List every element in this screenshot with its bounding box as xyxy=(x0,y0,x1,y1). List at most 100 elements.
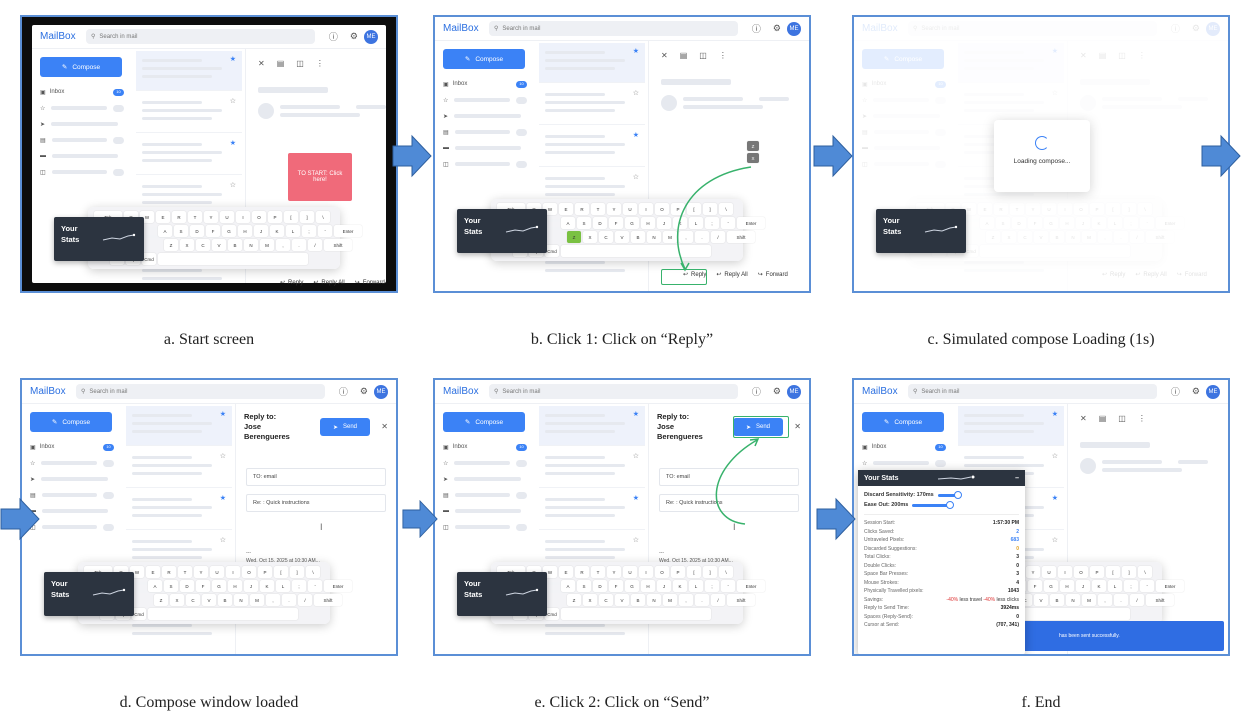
compose-button[interactable]: ✎ Compose xyxy=(862,412,944,432)
keyboard-key[interactable]: K xyxy=(270,225,284,237)
keyboard-key[interactable]: / xyxy=(1130,594,1144,606)
star-icon[interactable]: ★ xyxy=(230,139,236,147)
your-stats-widget[interactable]: Your Stats xyxy=(457,209,547,253)
sidebar-item-drafts[interactable]: ▤ xyxy=(443,490,527,500)
list-item[interactable]: ★ xyxy=(539,490,645,530)
keyboard-key[interactable]: , xyxy=(679,231,693,243)
list-item[interactable]: ★ xyxy=(136,51,242,91)
ease-out-slider[interactable]: Ease Out: 200ms xyxy=(858,500,1025,510)
your-stats-widget[interactable]: Your Stats xyxy=(457,572,547,616)
compose-button[interactable]: ✎ Compose xyxy=(40,57,122,77)
keyboard-key[interactable]: [ xyxy=(687,566,701,578)
keyboard-key[interactable]: I xyxy=(236,211,250,223)
keyboard-key[interactable]: P xyxy=(671,203,685,215)
keyboard-key[interactable]: G xyxy=(625,217,639,229)
keyboard-key[interactable]: Cmd xyxy=(545,245,559,257)
star-icon[interactable]: ☆ xyxy=(633,452,639,460)
app-logo[interactable]: MailBox xyxy=(30,386,68,397)
sidebar-item-inbox[interactable]: ▣Inbox 10 xyxy=(40,87,124,97)
keyboard-key[interactable]: ' xyxy=(318,225,332,237)
keyboard-key[interactable]: C xyxy=(599,594,613,606)
gear-icon[interactable]: ⚙ xyxy=(360,386,368,397)
help-icon[interactable]: ⓘ xyxy=(1171,385,1180,398)
keyboard-key[interactable]: H xyxy=(641,580,655,592)
keyboard-key[interactable]: J xyxy=(254,225,268,237)
star-icon[interactable]: ★ xyxy=(1052,494,1058,502)
keyboard-key[interactable]: O xyxy=(655,566,669,578)
help-icon[interactable]: ⓘ xyxy=(752,22,761,35)
avatar[interactable]: ME xyxy=(364,29,378,44)
stats-panel-header[interactable]: Your Stats – xyxy=(858,470,1025,486)
keyboard-key[interactable]: X xyxy=(583,594,597,606)
keyboard-key[interactable]: ; xyxy=(705,580,719,592)
trash-icon[interactable]: ◫ xyxy=(296,59,304,68)
keyboard-key[interactable]: G xyxy=(1044,580,1058,592)
send-button[interactable]: ➤ Send xyxy=(320,418,370,436)
close-icon[interactable]: ✕ xyxy=(258,59,265,68)
sidebar-item-inbox[interactable]: ▣Inbox 10 xyxy=(443,442,527,452)
keyboard-key[interactable]: K xyxy=(1092,580,1106,592)
keyboard-key[interactable]: A xyxy=(148,580,162,592)
keyboard-key[interactable]: M xyxy=(1082,594,1096,606)
keyboard-key[interactable]: \ xyxy=(719,566,733,578)
keyboard-key[interactable]: V xyxy=(615,594,629,606)
keyboard-key[interactable]: L xyxy=(276,580,290,592)
keyboard-key[interactable]: Enter xyxy=(324,580,352,592)
keyboard-key[interactable]: K xyxy=(260,580,274,592)
keyboard-key[interactable]: T xyxy=(591,566,605,578)
keyboard-key[interactable]: U xyxy=(210,566,224,578)
your-stats-widget[interactable]: Your Stats xyxy=(876,209,966,253)
keyboard-key[interactable]: Enter xyxy=(737,217,765,229)
keyboard-key[interactable]: S xyxy=(164,580,178,592)
star-icon[interactable]: ☆ xyxy=(220,452,226,460)
keyboard-key[interactable]: ' xyxy=(308,580,322,592)
keyboard-key[interactable]: K xyxy=(673,217,687,229)
archive-icon[interactable]: ▤ xyxy=(277,59,285,68)
search-input[interactable]: ⚲ Search in mail xyxy=(76,384,325,399)
keyboard-key[interactable]: M xyxy=(260,239,274,251)
keyboard-key[interactable]: S xyxy=(577,580,591,592)
star-icon[interactable]: ☆ xyxy=(1052,452,1058,460)
keyboard-key[interactable]: Cmd xyxy=(142,253,156,265)
keyboard-key[interactable]: F xyxy=(609,580,623,592)
keyboard-key[interactable]: I xyxy=(1058,566,1072,578)
sidebar-item-trash[interactable]: ◫ xyxy=(40,167,124,177)
star-icon[interactable]: ★ xyxy=(230,55,236,63)
keyboard-key[interactable]: A xyxy=(561,580,575,592)
keyboard-key[interactable]: N xyxy=(244,239,258,251)
keyboard-key[interactable]: Shift xyxy=(1146,594,1174,606)
sidebar-item-starred[interactable]: ☆ xyxy=(862,458,946,468)
forward-button[interactable]: ↪Forward xyxy=(758,271,788,279)
keyboard-key[interactable]: , xyxy=(679,594,693,606)
star-icon[interactable]: ★ xyxy=(220,494,226,502)
more-icon[interactable]: ⋮ xyxy=(719,51,727,60)
keyboard-key[interactable]: B xyxy=(631,594,645,606)
keyboard-key[interactable]: E xyxy=(156,211,170,223)
keyboard-key[interactable]: L xyxy=(689,580,703,592)
keyboard-key[interactable]: T xyxy=(591,203,605,215)
keyboard-key[interactable]: Y xyxy=(204,211,218,223)
keyboard-key[interactable]: / xyxy=(711,231,725,243)
subject-field[interactable]: Re: : Quick instructions xyxy=(659,494,799,512)
keyboard-key[interactable]: K xyxy=(673,580,687,592)
space-key[interactable] xyxy=(158,253,308,265)
keyboard-key[interactable]: T xyxy=(188,211,202,223)
sidebar-item-archive[interactable]: ▬ xyxy=(30,506,114,516)
keyboard-key[interactable]: [ xyxy=(687,203,701,215)
keyboard-key[interactable]: Y xyxy=(607,203,621,215)
keyboard-key[interactable]: Enter xyxy=(1156,580,1184,592)
keyboard-key[interactable]: B xyxy=(228,239,242,251)
close-icon[interactable]: ✕ xyxy=(661,51,668,60)
subject-field[interactable]: Re: : Quick instructions xyxy=(246,494,386,512)
keyboard-key[interactable]: ; xyxy=(705,217,719,229)
keyboard-key[interactable]: J xyxy=(657,217,671,229)
star-icon[interactable]: ☆ xyxy=(1052,536,1058,544)
avatar[interactable]: ME xyxy=(1206,384,1220,399)
star-icon[interactable]: ★ xyxy=(1052,410,1058,418)
reply-all-button[interactable]: ↩Reply All xyxy=(716,271,747,279)
app-logo[interactable]: MailBox xyxy=(862,386,900,397)
keyboard-key[interactable]: I xyxy=(639,566,653,578)
keyboard-key[interactable]: [ xyxy=(284,211,298,223)
keyboard-key[interactable]: X xyxy=(747,153,759,163)
keyboard-key[interactable]: P xyxy=(258,566,272,578)
